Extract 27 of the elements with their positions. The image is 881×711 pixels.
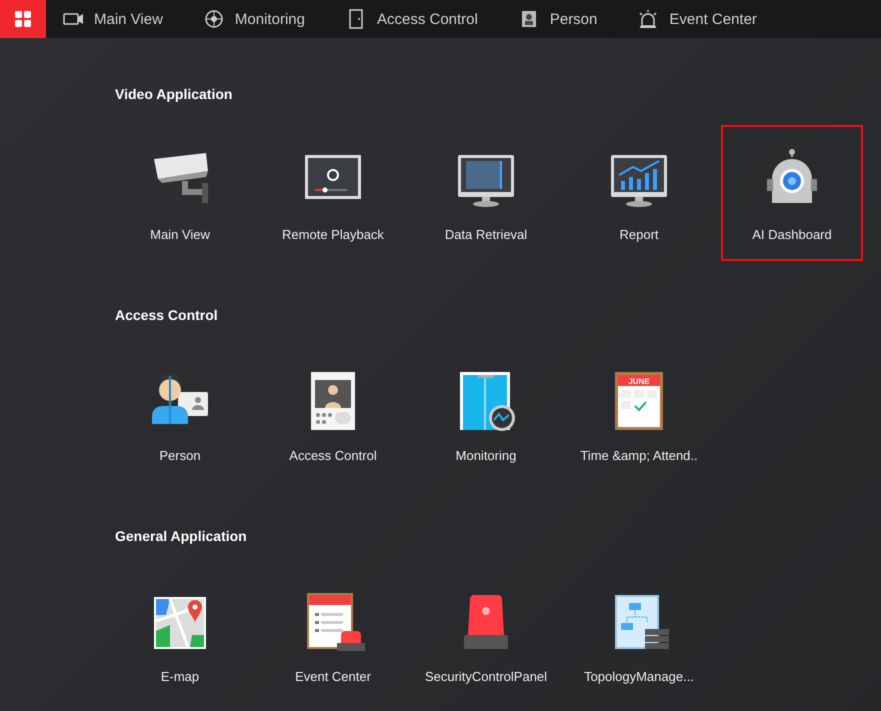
apps-menu-button[interactable] — [0, 0, 46, 38]
nav-tab[interactable]: Access Control — [344, 9, 478, 29]
app-tile[interactable]: AI Dashboard — [721, 125, 863, 261]
calendar-month: JUNE — [628, 377, 650, 386]
section-title: Access Control — [115, 307, 219, 323]
nav-tab[interactable]: Main View — [62, 9, 163, 29]
target-icon — [202, 9, 225, 29]
section-title: General Application — [115, 528, 248, 544]
app-tile[interactable]: Report — [568, 125, 710, 261]
app-tile[interactable]: E-map — [109, 567, 251, 703]
app-tile[interactable]: Person — [109, 346, 251, 482]
grid-icon — [14, 10, 32, 28]
app-tile[interactable]: Access Control — [262, 346, 404, 482]
calendar-icon — [615, 372, 663, 430]
app-tile[interactable]: JUNE Time &amp; Attend.. — [568, 346, 710, 482]
app-tile[interactable]: SecurityControlPanel — [415, 567, 557, 703]
section-title: Video Application — [115, 86, 234, 102]
app-tile[interactable]: Main View — [109, 125, 251, 261]
app-tile[interactable]: TopologyManage... — [568, 567, 710, 703]
app-tile[interactable]: Event Center — [262, 567, 404, 703]
app-tile[interactable]: Remote Playback — [262, 125, 404, 261]
app-tile[interactable]: Data Retrieval — [415, 125, 557, 261]
app-tile[interactable]: Monitoring — [415, 346, 557, 482]
alarm-icon — [637, 9, 660, 29]
nav-tab[interactable]: Person — [518, 9, 598, 29]
nav-tab[interactable]: Monitoring — [202, 9, 305, 29]
nav-tab[interactable]: Event Center — [637, 9, 757, 29]
